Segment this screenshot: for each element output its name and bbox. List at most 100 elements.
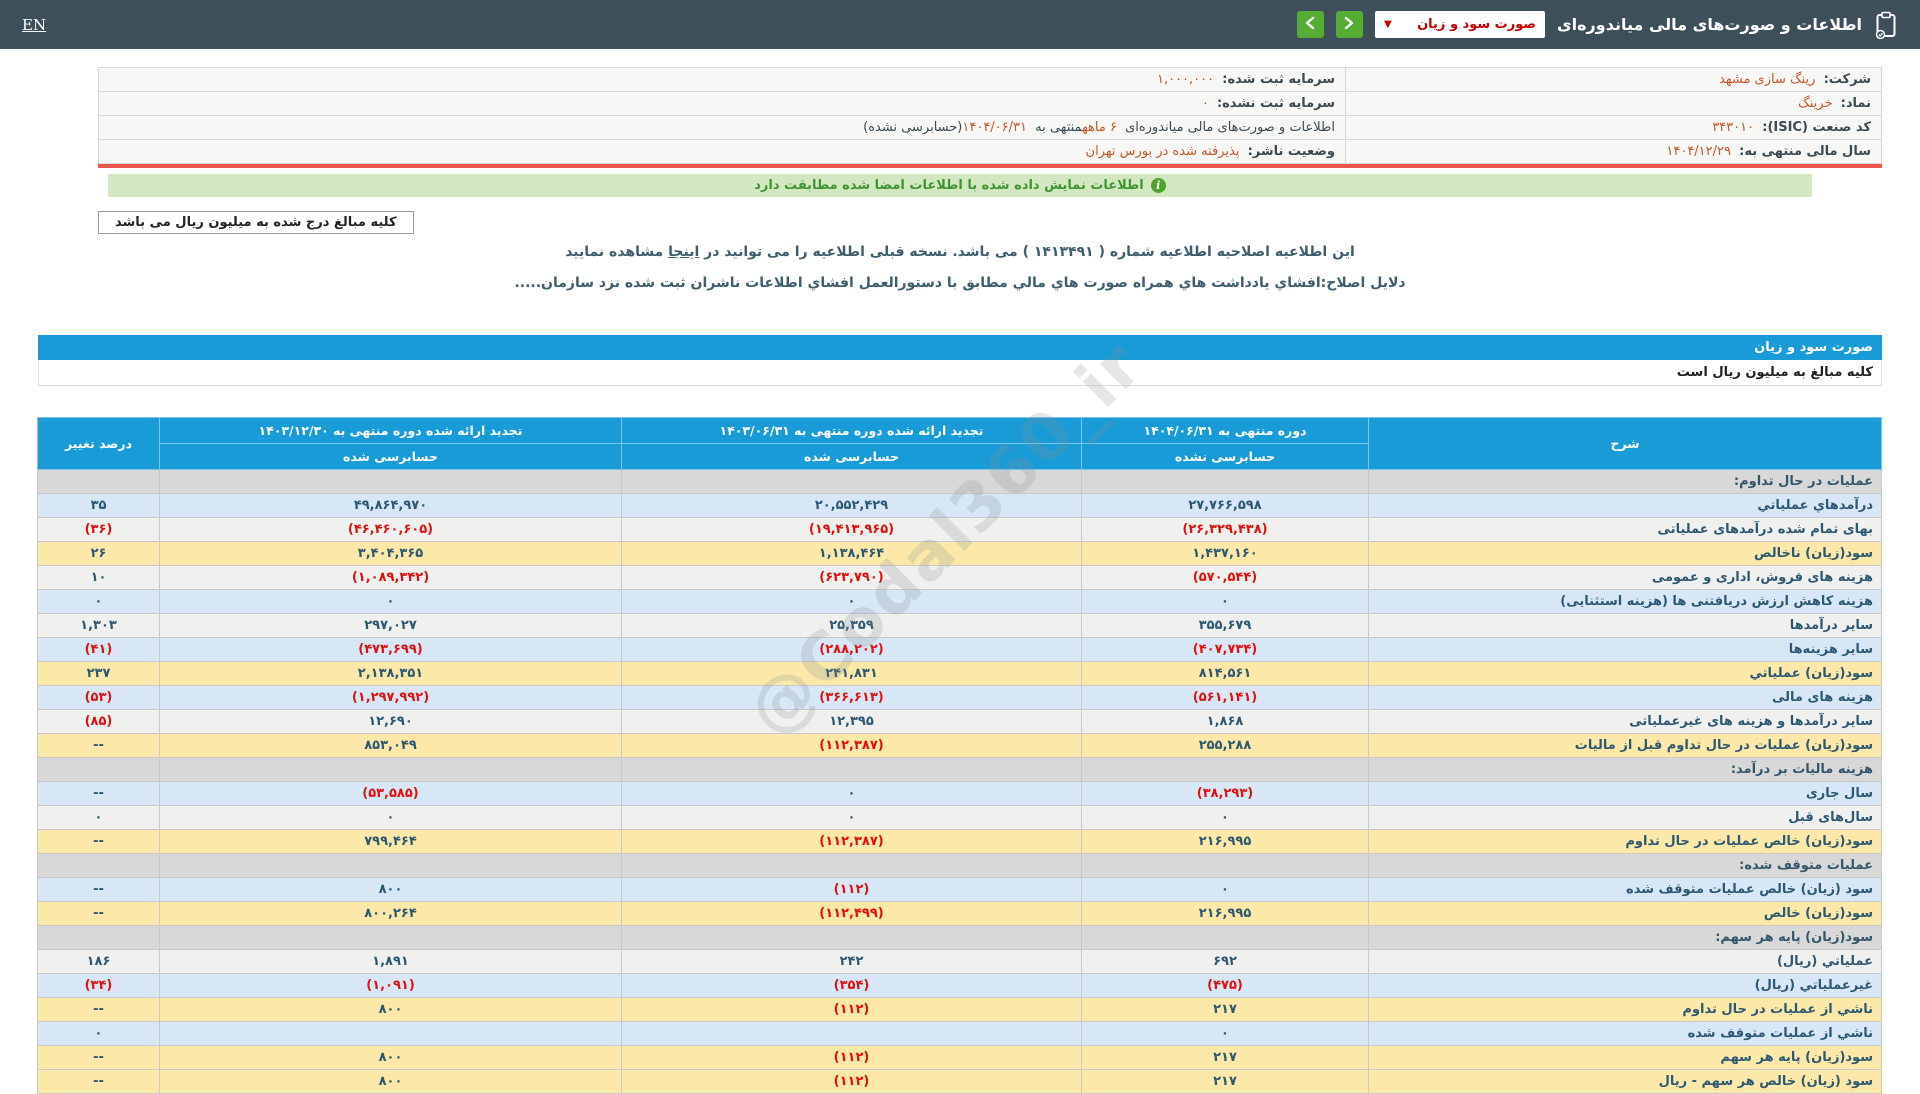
value-restated-h1: (۱۱۲) xyxy=(622,1070,1082,1094)
value-current-period: ۱,۸۶۸ xyxy=(1082,710,1369,734)
value-change-percent: (۳۶) xyxy=(38,518,160,542)
value-current-period: (۳۸,۲۹۳) xyxy=(1082,782,1369,806)
clipboard-icon xyxy=(1874,11,1898,39)
company-value: رینگ سازی مشهد xyxy=(1719,72,1819,87)
table-row: هزینه های فروش، اداری و عمومی(۵۷۰,۵۴۴)(۶… xyxy=(38,566,1882,590)
info-row: نماد: خرینگ سرمایه ثبت نشده: ۰ xyxy=(99,92,1882,116)
value-restated-fy: ۲۹۷,۰۲۷ xyxy=(160,614,622,638)
value-change-percent: ۲۶ xyxy=(38,542,160,566)
value-current-period: ۰ xyxy=(1082,878,1369,902)
table-row: درآمدهاي عملیاتي۲۷,۷۶۶,۵۹۸۲۰,۵۵۲,۴۲۹۴۹,۸… xyxy=(38,494,1882,518)
value-current-period: ۰ xyxy=(1082,1022,1369,1046)
period-months: ۶ ماهه xyxy=(1082,120,1121,135)
info-icon: i xyxy=(1151,178,1166,193)
row-label: بهای تمام شده درآمدهای عملیاتی xyxy=(1369,518,1882,542)
symbol-value: خرینگ xyxy=(1798,96,1836,111)
value-change-percent: -- xyxy=(38,1046,160,1070)
row-label: سایر درآمدها و هزینه های غیرعملیاتی xyxy=(1369,710,1882,734)
signature-match-text: اطلاعات نمایش داده شده با اطلاعات امضا ش… xyxy=(754,178,1144,193)
value-current-period xyxy=(1082,854,1369,878)
table-row: سال‌های قبل۰۰۰۰ xyxy=(38,806,1882,830)
value-change-percent: ۳۵ xyxy=(38,494,160,518)
value-restated-fy: (۵۳,۵۸۵) xyxy=(160,782,622,806)
value-restated-fy: ۸۵۳,۰۴۹ xyxy=(160,734,622,758)
subheader-unaudited: حسابرسی نشده xyxy=(1082,444,1369,470)
row-label: عملیات متوقف شده: xyxy=(1369,854,1882,878)
subheader-audited-h1: حسابرسی شده xyxy=(622,444,1082,470)
signature-match-notice: i اطلاعات نمایش داده شده با اطلاعات امضا… xyxy=(108,174,1812,197)
value-restated-h1: ۲۰,۵۵۲,۴۲۹ xyxy=(622,494,1082,518)
value-restated-fy: ۰ xyxy=(160,806,622,830)
value-restated-h1 xyxy=(622,926,1082,950)
value-change-percent: -- xyxy=(38,782,160,806)
topbar: اطلاعات و صورت‌های مالی میاندوره‌ای صورت… xyxy=(0,0,1920,49)
unregistered-capital-value: ۰ xyxy=(1202,96,1213,111)
units-note-line: کلیه مبالغ به میلیون ریال است xyxy=(38,360,1882,386)
value-restated-fy: (۱,۰۹۱) xyxy=(160,974,622,998)
chevron-left-icon xyxy=(1304,16,1316,33)
table-row: سایر درآمدها۳۵۵,۶۷۹۲۵,۳۵۹۲۹۷,۰۲۷۱,۳۰۳ xyxy=(38,614,1882,638)
value-change-percent xyxy=(38,854,160,878)
value-change-percent: -- xyxy=(38,998,160,1022)
row-label: سود(زیان) خالص عملیات در حال تداوم xyxy=(1369,830,1882,854)
english-language-link[interactable]: EN xyxy=(22,16,46,34)
section-row: عملیات متوقف شده: xyxy=(38,854,1882,878)
value-restated-fy xyxy=(160,854,622,878)
value-current-period: ۰ xyxy=(1082,590,1369,614)
table-header-row: شرح دوره منتهی به ۱۴۰۴/۰۶/۳۱ تجدید ارائه… xyxy=(38,418,1882,444)
value-change-percent: ۱,۳۰۳ xyxy=(38,614,160,638)
header-restated-fy: تجدید ارائه شده دوره منتهی به ۱۴۰۳/۱۲/۳۰ xyxy=(160,418,622,444)
previous-notice-link[interactable]: اینجا xyxy=(668,244,699,260)
value-restated-h1: ۰ xyxy=(622,590,1082,614)
issuer-status-label: وضعیت ناشر: xyxy=(1248,144,1335,159)
isic-label: کد صنعت (ISIC): xyxy=(1762,120,1871,135)
value-change-percent: ۰ xyxy=(38,1022,160,1046)
symbol-label: نماد: xyxy=(1841,96,1871,111)
value-restated-fy: (۴۶,۴۶۰,۶۰۵) xyxy=(160,518,622,542)
value-restated-fy: (۱,۰۸۹,۳۴۲) xyxy=(160,566,622,590)
header-current-period: دوره منتهی به ۱۴۰۴/۰۶/۳۱ xyxy=(1082,418,1369,444)
row-label: عملیات در حال تداوم: xyxy=(1369,470,1882,494)
row-label: سایر هزینه‌ها xyxy=(1369,638,1882,662)
table-row: ناشي از عملیات در حال تداوم۲۱۷(۱۱۲)۸۰۰-- xyxy=(38,998,1882,1022)
value-restated-h1: (۳۶۶,۶۱۳) xyxy=(622,686,1082,710)
value-restated-h1: (۱۱۲,۴۹۹) xyxy=(622,902,1082,926)
registered-capital-value: ۱,۰۰۰,۰۰۰ xyxy=(1157,72,1218,87)
row-label: ناشي از عملیات در حال تداوم xyxy=(1369,998,1882,1022)
row-label: سود(زیان) عملیات در حال تداوم قبل از مال… xyxy=(1369,734,1882,758)
value-current-period: (۴۷۵) xyxy=(1082,974,1369,998)
value-restated-h1: ۲۵,۳۵۹ xyxy=(622,614,1082,638)
row-label: ناشي از عملیات متوقف شده xyxy=(1369,1022,1882,1046)
table-row: سود (زیان) خالص عملیات متوقف شده۰(۱۱۲)۸۰… xyxy=(38,878,1882,902)
value-restated-fy: ۳,۴۰۴,۳۶۵ xyxy=(160,542,622,566)
row-label: سود(زیان) پایه هر سهم xyxy=(1369,1046,1882,1070)
table-row: سود(زیان) خالص۲۱۶,۹۹۵(۱۱۲,۴۹۹)۸۰۰,۲۶۴-- xyxy=(38,902,1882,926)
value-change-percent: -- xyxy=(38,878,160,902)
chevron-right-icon xyxy=(1343,16,1355,33)
value-restated-h1: (۱۱۲,۳۸۷) xyxy=(622,830,1082,854)
income-table-body: عملیات در حال تداوم:درآمدهاي عملیاتي۲۷,۷… xyxy=(38,470,1882,1094)
value-change-percent: ۲۳۷ xyxy=(38,662,160,686)
next-statement-button[interactable] xyxy=(1336,11,1363,38)
row-label: هزینه های فروش، اداری و عمومی xyxy=(1369,566,1882,590)
row-label: سود(زیان) خالص xyxy=(1369,902,1882,926)
prev-statement-button[interactable] xyxy=(1297,11,1324,38)
info-row: سال مالی منتهی به: ۱۴۰۴/۱۲/۲۹ وضعیت ناشر… xyxy=(99,140,1882,164)
value-change-percent: (۸۵) xyxy=(38,710,160,734)
value-restated-h1: (۱۹,۴۱۳,۹۶۵) xyxy=(622,518,1082,542)
value-restated-h1 xyxy=(622,854,1082,878)
table-row: سود(زیان) ناخالص۱,۴۳۷,۱۶۰۱,۱۳۸,۴۶۴۳,۴۰۴,… xyxy=(38,542,1882,566)
table-row: سایر هزینه‌ها(۴۰۷,۷۳۴)(۲۸۸,۲۰۲)(۴۷۳,۶۹۹)… xyxy=(38,638,1882,662)
value-restated-fy xyxy=(160,926,622,950)
row-label: سایر درآمدها xyxy=(1369,614,1882,638)
value-current-period: ۲۵۵,۲۸۸ xyxy=(1082,734,1369,758)
statement-type-select[interactable]: صورت سود و زیان ▼ xyxy=(1375,11,1545,38)
value-change-percent: -- xyxy=(38,1070,160,1094)
value-current-period: (۴۰۷,۷۳۴) xyxy=(1082,638,1369,662)
value-restated-fy: ۸۰۰ xyxy=(160,1046,622,1070)
table-row: سود(زیان) خالص عملیات در حال تداوم۲۱۶,۹۹… xyxy=(38,830,1882,854)
value-change-percent: ۰ xyxy=(38,806,160,830)
value-restated-fy: ۱۲,۶۹۰ xyxy=(160,710,622,734)
value-restated-fy: ۰ xyxy=(160,590,622,614)
fiscal-year-label: سال مالی منتهی به: xyxy=(1739,144,1871,159)
